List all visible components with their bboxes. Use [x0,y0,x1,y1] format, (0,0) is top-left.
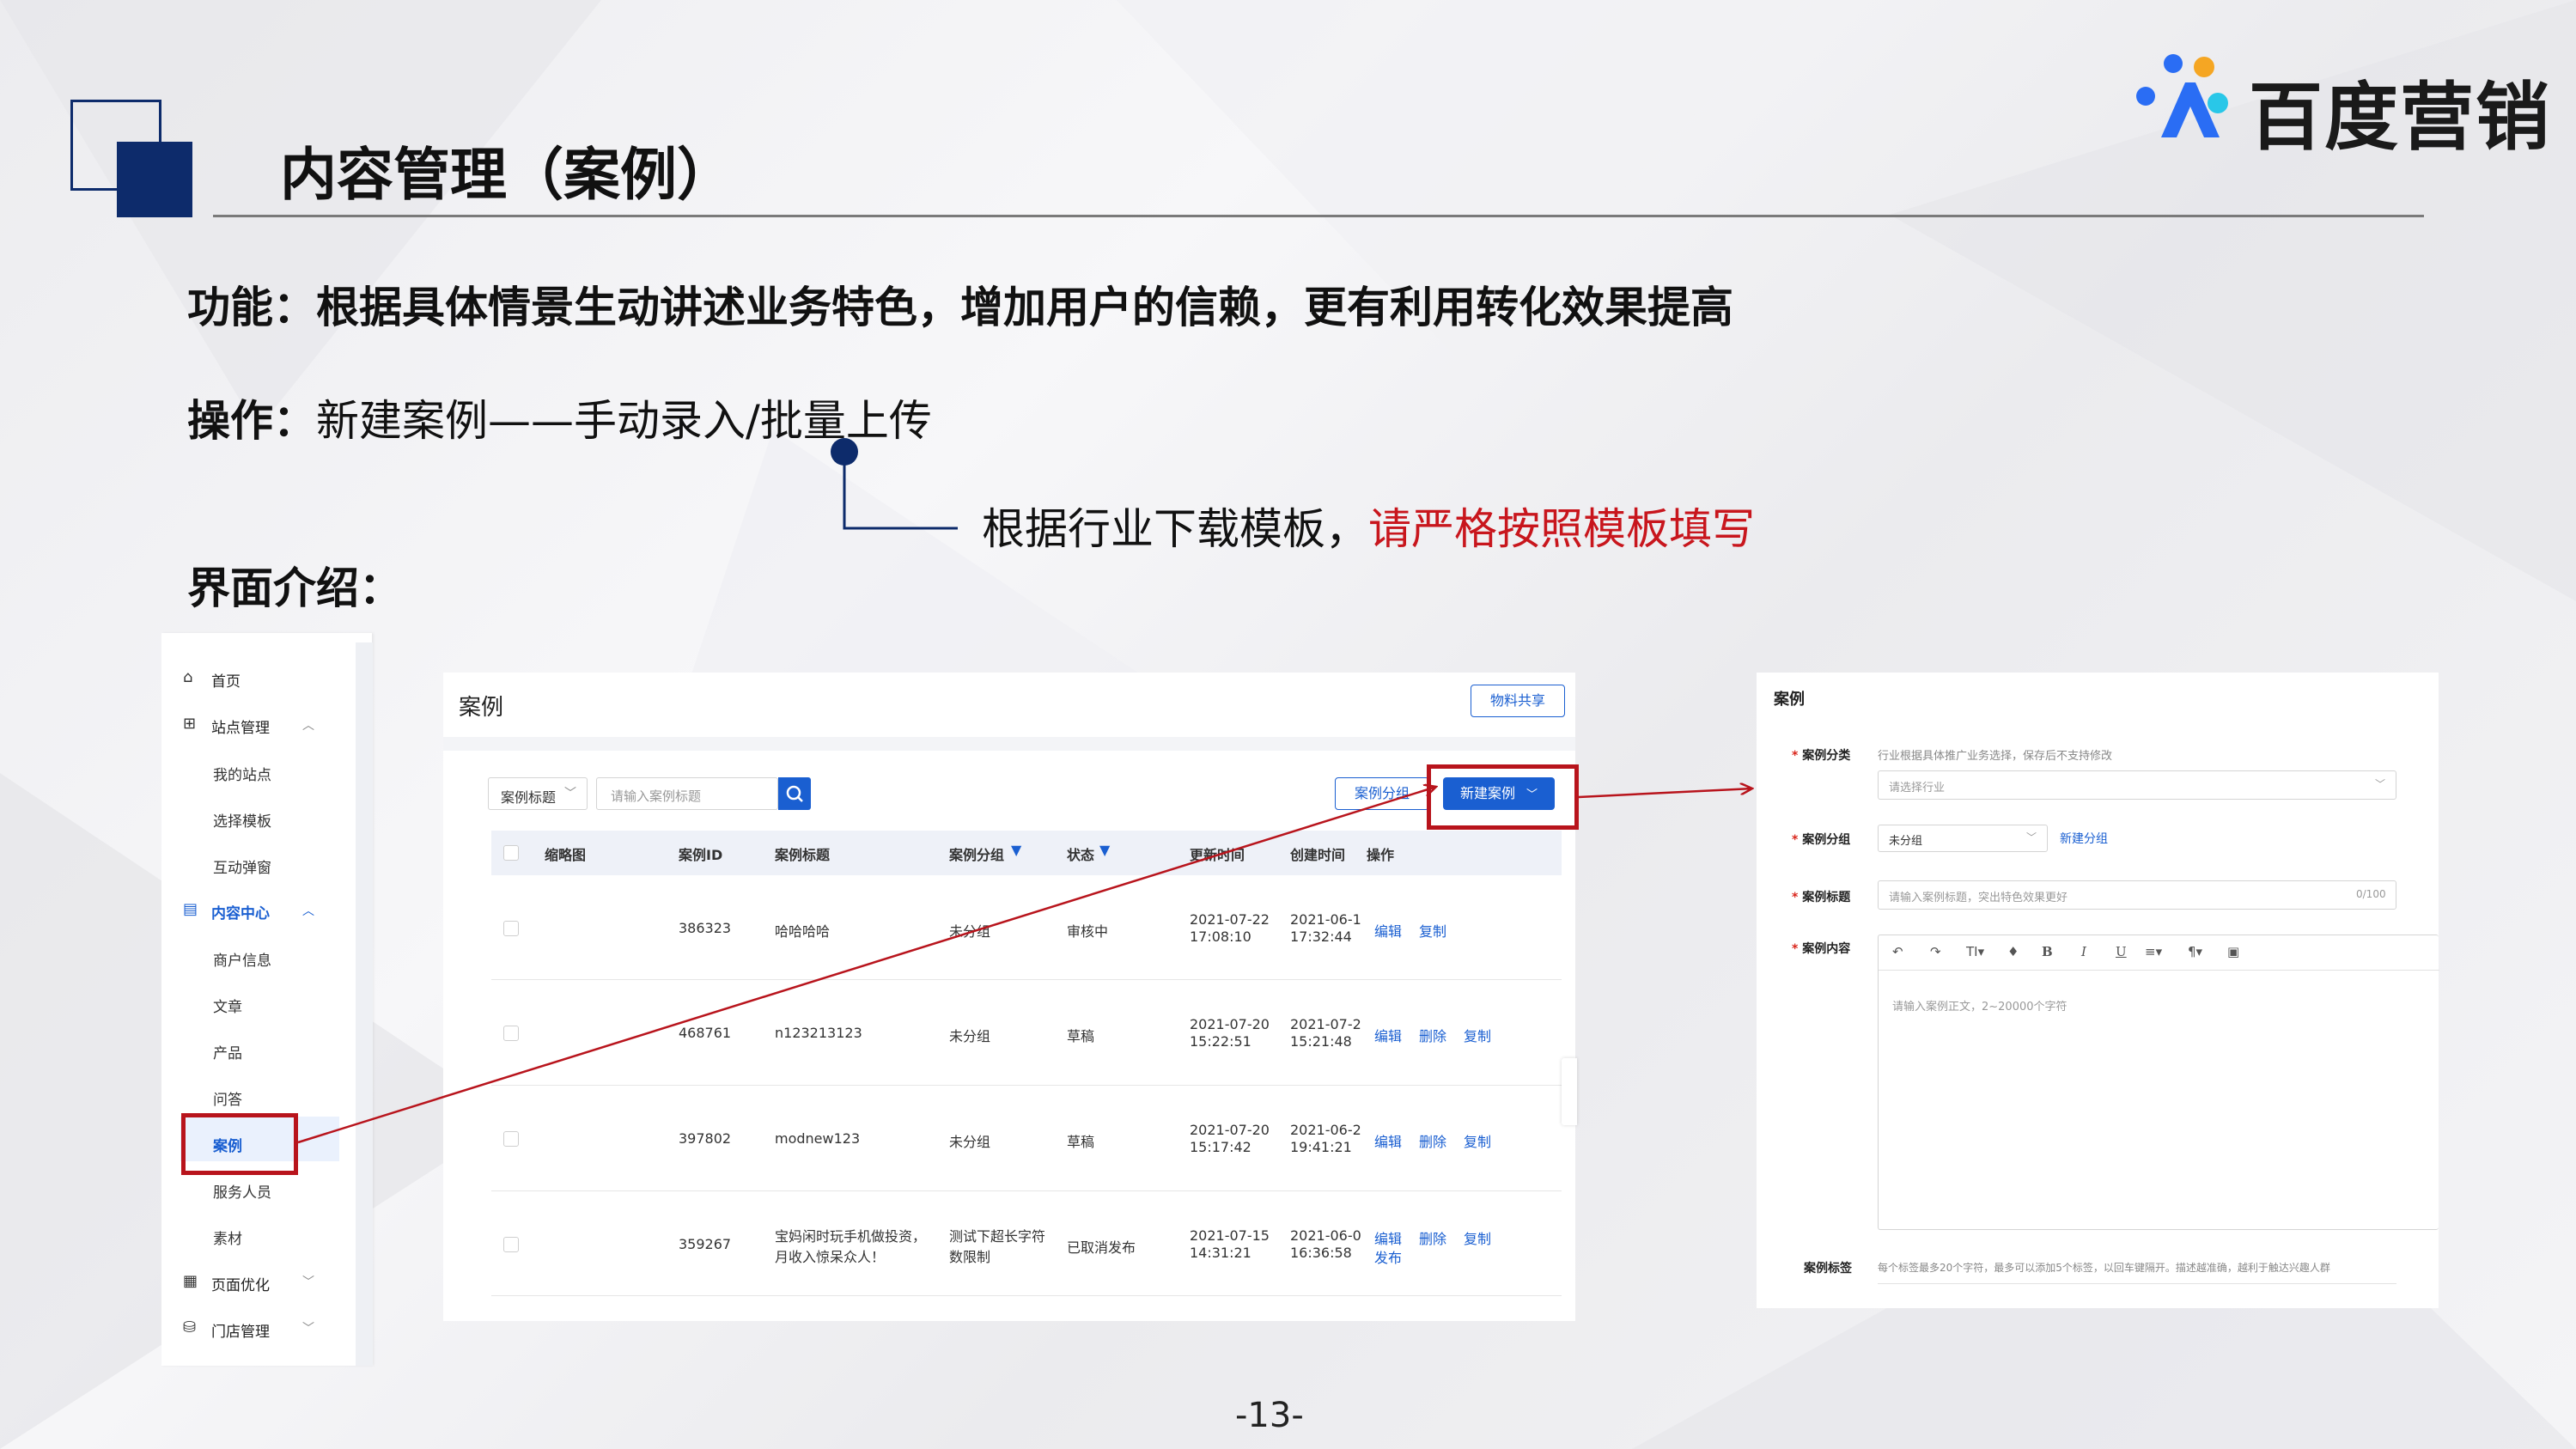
page-number: -13- [1235,1396,1304,1435]
annotation-arrows [297,0,2576,1144]
